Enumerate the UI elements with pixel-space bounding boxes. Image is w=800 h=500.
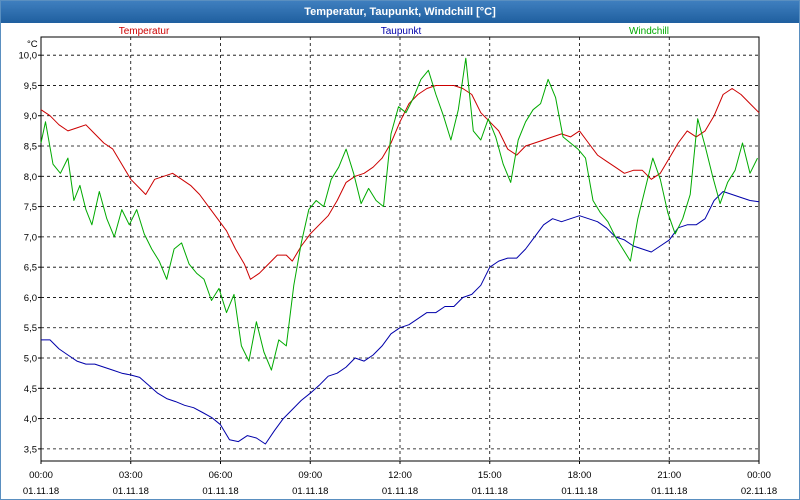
y-axis-label: °C xyxy=(27,39,38,50)
x-tick-time-label: 09:00 xyxy=(298,470,322,481)
y-tick-label: 10,0 xyxy=(19,51,38,62)
y-tick-label: 4,5 xyxy=(24,384,37,395)
x-tick-date-label: 01.11.18 xyxy=(561,486,597,497)
x-tick-date-label: 01.11.18 xyxy=(23,486,59,497)
x-tick-time-label: 03:00 xyxy=(119,470,143,481)
y-tick-label: 6,0 xyxy=(24,293,37,304)
y-tick-label: 4,0 xyxy=(24,414,37,425)
x-tick-date-label: 01.11.18 xyxy=(472,486,508,497)
x-tick-date-label: 01.11.18 xyxy=(651,486,687,497)
y-tick-label: 9,5 xyxy=(24,81,37,92)
y-tick-label: 5,5 xyxy=(24,323,37,334)
y-tick-label: 5,0 xyxy=(24,354,37,365)
y-tick-label: 7,5 xyxy=(24,202,37,213)
x-tick-date-label: 02.11.18 xyxy=(741,486,777,497)
x-tick-time-label: 12:00 xyxy=(388,470,412,481)
x-tick-time-label: 00:00 xyxy=(29,470,53,481)
x-tick-date-label: 01.11.18 xyxy=(382,486,418,497)
legend-label-temperatur: Temperatur xyxy=(119,26,170,37)
y-tick-label: 9,0 xyxy=(24,111,37,122)
x-tick-time-label: 06:00 xyxy=(209,470,233,481)
x-tick-date-label: 01.11.18 xyxy=(292,486,328,497)
x-tick-time-label: 00:00 xyxy=(747,470,771,481)
window-title: Temperatur, Taupunkt, Windchill [°C] xyxy=(1,1,799,23)
y-tick-label: 8,0 xyxy=(24,172,37,183)
x-tick-time-label: 15:00 xyxy=(478,470,502,481)
legend-label-windchill: Windchill xyxy=(629,26,669,37)
chart-window: Temperatur, Taupunkt, Windchill [°C] 3,5… xyxy=(0,0,800,500)
x-tick-time-label: 18:00 xyxy=(568,470,592,481)
y-tick-label: 3,5 xyxy=(24,444,37,455)
x-tick-time-label: 21:00 xyxy=(657,470,681,481)
y-tick-label: 7,0 xyxy=(24,232,37,243)
line-chart: 3,5 4,0 4,5 5,0 5,5 6,0 6,5 7,0 7,5 8,0 8,5 9,0 9,5 1… xyxy=(19,26,778,497)
y-tick-label: 8,5 xyxy=(24,142,37,153)
y-tick-label: 6,5 xyxy=(24,263,37,274)
x-tick-date-label: 01.11.18 xyxy=(113,486,149,497)
x-tick-date-label: 01.11.18 xyxy=(202,486,238,497)
legend-label-taupunkt: Taupunkt xyxy=(381,26,422,37)
